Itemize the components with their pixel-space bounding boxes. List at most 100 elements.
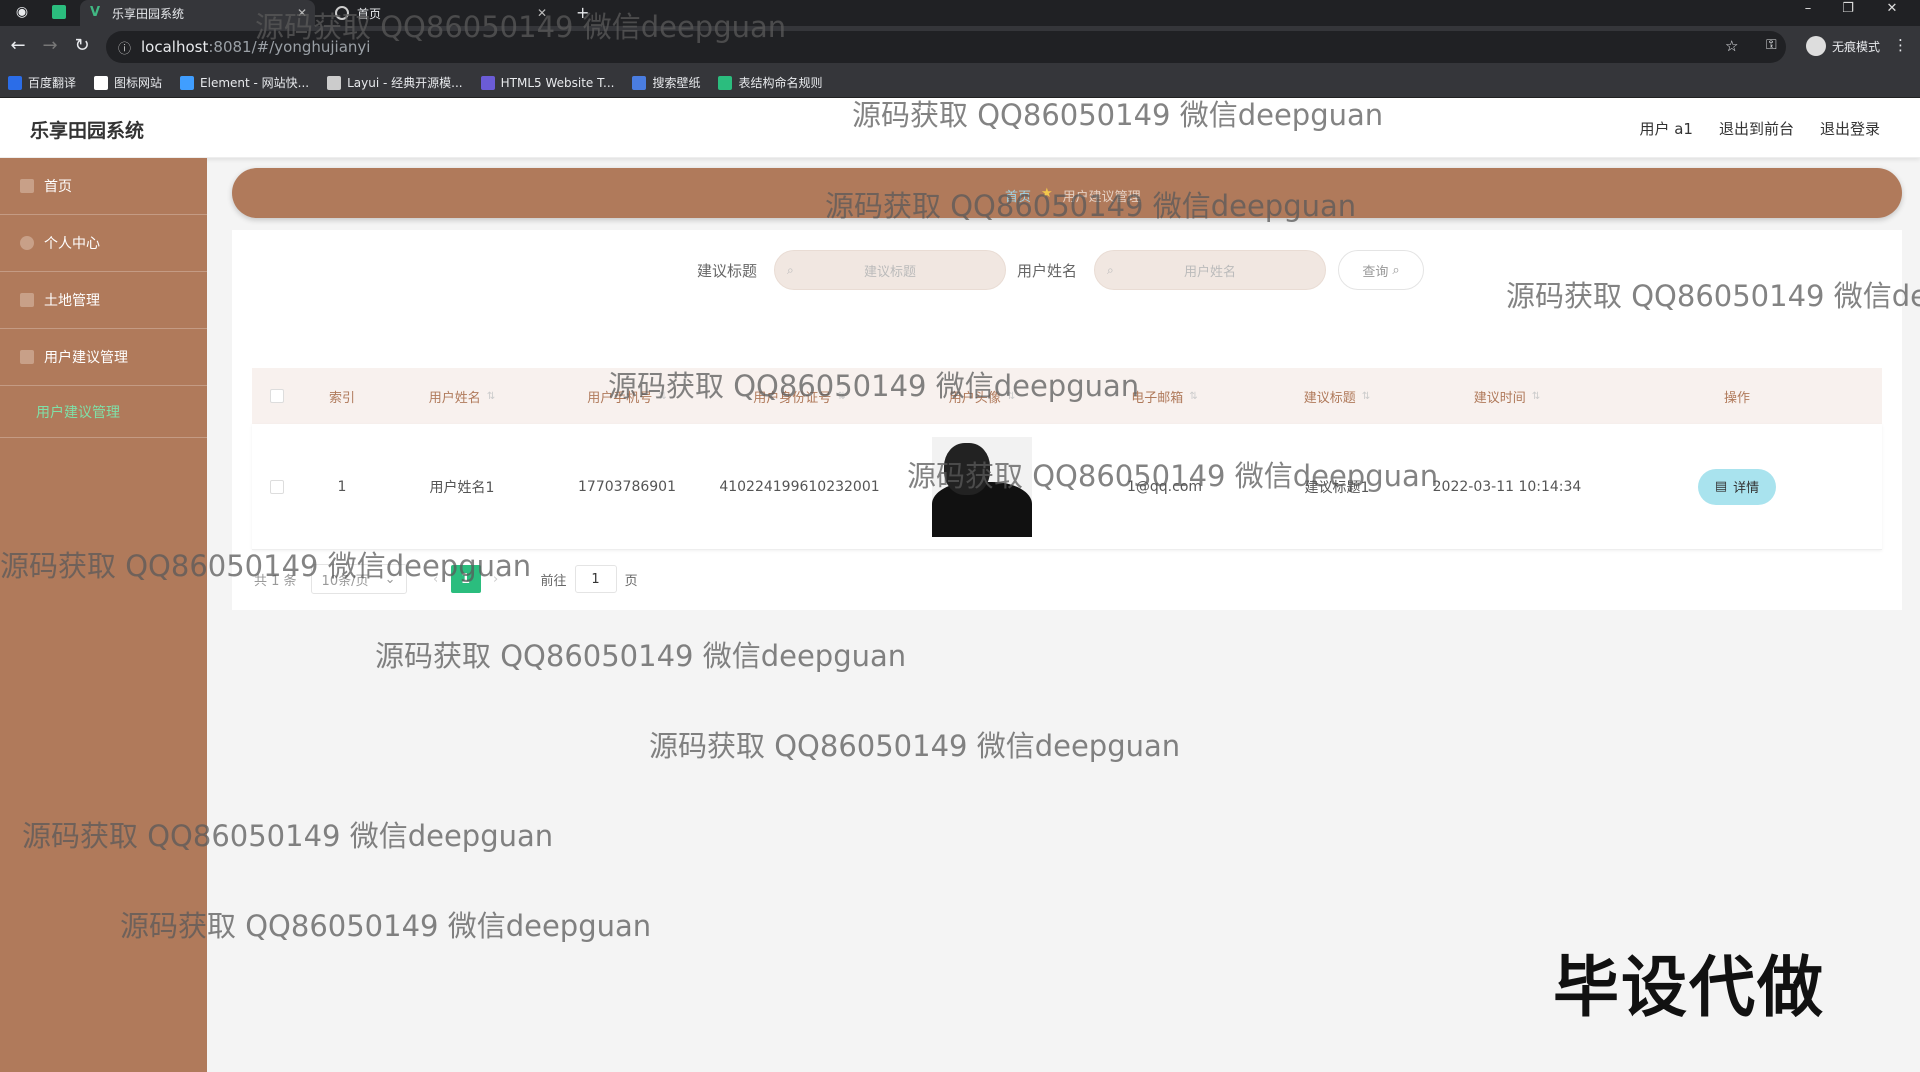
app-title: 乐享田园系统: [30, 120, 145, 142]
sort-icon: ⇅: [837, 390, 846, 402]
restore-icon[interactable]: ❐: [1828, 0, 1868, 20]
bookmark-label: 百度翻译: [28, 76, 77, 90]
title-cell: 建议标题1: [1252, 424, 1422, 549]
browser-menu-icon[interactable]: ◉: [12, 2, 32, 22]
select-all-cell: [252, 368, 302, 424]
sidebar-item-label: 土地管理: [44, 293, 100, 309]
column-label: 建议时间: [1473, 390, 1526, 406]
translate-icon: [8, 75, 22, 90]
browser-tab-bar: ◉ V 乐享田园系统 ✕ 首页 ✕ + – ❐ ✕: [0, 0, 1920, 26]
cell-text: 1@qq.com: [1126, 478, 1203, 495]
bookmark-item[interactable]: Element - 网站快...: [180, 74, 309, 91]
sidebar-item-home[interactable]: 首页: [0, 158, 207, 215]
bookmark-label: 图标网站: [114, 76, 163, 90]
page-size-value: 10条/页: [321, 573, 369, 589]
url-path: :8081/#/yonghujianyi: [208, 38, 371, 56]
user-icon: [20, 236, 34, 250]
pinned-tab-icon[interactable]: [52, 5, 66, 19]
column-label: 用户头像: [948, 390, 1001, 406]
bookmark-item[interactable]: 表结构命名规则: [718, 74, 822, 91]
bookmark-item[interactable]: 图标网站: [94, 74, 162, 91]
row-checkbox[interactable]: [270, 479, 284, 494]
flag-icon: [94, 75, 109, 90]
sidebar-item-profile[interactable]: 个人中心: [0, 215, 207, 272]
land-icon: [20, 293, 34, 307]
column-label: 操作: [1723, 390, 1750, 406]
sidebar-item-label: 个人中心: [44, 236, 100, 252]
column-label: 用户手机号: [587, 390, 653, 406]
back-icon[interactable]: ←: [8, 36, 28, 56]
reload-icon[interactable]: ↻: [72, 36, 92, 56]
current-page-button[interactable]: 1: [450, 565, 481, 593]
incognito-profile[interactable]: 无痕模式: [1805, 36, 1880, 56]
index-cell: 1: [302, 424, 382, 549]
submenu-suggestions[interactable]: 用户建议管理: [0, 386, 207, 438]
goto-page-input[interactable]: 1: [574, 565, 617, 593]
sidebar: 首页 个人中心 土地管理 用户建议管理 用户建议管理: [0, 158, 207, 1072]
avatar-head: [944, 442, 990, 495]
sort-icon: ⇅: [1006, 390, 1016, 402]
search-icon: ⌕: [1392, 262, 1400, 278]
select-all-checkbox[interactable]: [270, 389, 284, 403]
sort-icon: ⇅: [486, 390, 496, 402]
back-to-frontend-link[interactable]: 退出到前台: [1719, 118, 1794, 139]
bookmark-item[interactable]: HTML5 Website T...: [480, 75, 614, 90]
cell-text: 2022-03-11 10:14:34: [1432, 478, 1582, 495]
email-cell: 1@qq.com: [1077, 424, 1252, 549]
name-search-label: 用户姓名: [1017, 262, 1078, 280]
key-icon[interactable]: ⚿: [1766, 37, 1777, 53]
tab-app[interactable]: V 乐享田园系统 ✕: [80, 0, 315, 26]
sort-icon: ⇅: [658, 390, 667, 402]
header-cell[interactable]: 用户姓名 ⇅: [382, 368, 542, 424]
time-cell: 2022-03-11 10:14:34: [1422, 424, 1592, 549]
header-cell[interactable]: 建议时间 ⇅: [1422, 368, 1592, 424]
prev-page-icon[interactable]: ‹: [421, 572, 451, 587]
sidebar-item-suggestions[interactable]: 用户建议管理: [0, 329, 207, 386]
title-search-label: 建议标题: [697, 262, 758, 280]
logout-link[interactable]: 退出登录: [1820, 118, 1880, 139]
minimize-icon[interactable]: –: [1788, 0, 1828, 20]
header-cell[interactable]: 建议标题 ⇅: [1252, 368, 1422, 424]
column-label: 用户姓名: [428, 390, 481, 406]
new-tab-icon[interactable]: +: [576, 3, 589, 22]
breadcrumb-home[interactable]: 首页: [1005, 186, 1031, 205]
main-panel: 建议标题 ⌕ 建议标题 用户姓名 ⌕ 用户姓名 查询 ⌕ 索引 用户姓名 ⇅ 用户…: [232, 230, 1902, 610]
bookmark-label: Layui - 经典开源模...: [347, 76, 463, 90]
close-icon[interactable]: ✕: [297, 6, 307, 20]
sort-icon: ⇅: [1189, 390, 1198, 402]
close-icon[interactable]: ✕: [537, 6, 547, 20]
page-size-select[interactable]: 10条/页 ⌄: [310, 564, 407, 594]
sidebar-item-land[interactable]: 土地管理: [0, 272, 207, 329]
forward-icon[interactable]: →: [40, 36, 60, 56]
next-page-icon[interactable]: ›: [481, 572, 511, 587]
query-button[interactable]: 查询 ⌕: [1338, 250, 1424, 290]
bookmark-item[interactable]: Layui - 经典开源模...: [327, 74, 463, 91]
cell-text: 用户姓名1: [429, 479, 495, 496]
current-user: 用户 a1: [1639, 120, 1693, 138]
suggestions-table: 索引 用户姓名 ⇅ 用户手机号 ⇅ 用户身份证号 ⇅ 用户头像 ⇅ 电子邮箱 ⇅ 建议标题…: [252, 368, 1882, 550]
header-cell[interactable]: 电子邮箱 ⇅: [1077, 368, 1252, 424]
bookmark-item[interactable]: 百度翻译: [8, 74, 76, 91]
html5-icon: [480, 75, 495, 90]
window-close-icon[interactable]: ✕: [1872, 0, 1912, 20]
url-host: localhost: [141, 38, 209, 56]
url-input[interactable]: ⓘ localhost:8081/#/yonghujianyi: [106, 31, 1786, 63]
vue-icon: V: [90, 5, 101, 20]
title-search-input[interactable]: ⌕ 建议标题: [774, 250, 1006, 290]
tab-home[interactable]: 首页 ✕: [325, 0, 555, 26]
bookmark-item[interactable]: 搜索壁纸: [632, 74, 700, 91]
phone-cell: 17703786901: [542, 424, 712, 549]
incognito-icon: [1805, 36, 1826, 56]
bookmark-star-icon[interactable]: ☆: [1725, 37, 1738, 55]
detail-button[interactable]: ▤ 详情: [1698, 468, 1776, 505]
column-label: 用户身份证号: [753, 390, 832, 406]
sidebar-item-label: 首页: [44, 179, 72, 195]
header-cell[interactable]: 用户头像 ⇅: [887, 368, 1077, 424]
chevron-down-icon: ⌄: [384, 571, 396, 587]
sort-icon: ⇅: [1361, 390, 1371, 402]
name-search-input[interactable]: ⌕ 用户姓名: [1094, 250, 1326, 290]
header-cell[interactable]: 用户手机号 ⇅: [542, 368, 712, 424]
header-cell[interactable]: 用户身份证号 ⇅: [712, 368, 887, 424]
doc-icon: [718, 75, 733, 90]
browser-more-icon[interactable]: ⋮: [1893, 36, 1908, 54]
